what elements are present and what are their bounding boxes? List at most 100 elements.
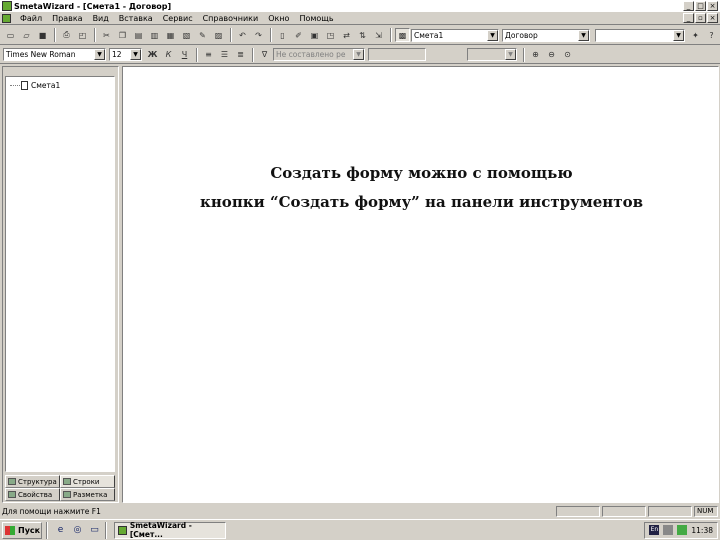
outlook-icon[interactable]: ◎	[70, 523, 85, 538]
chevron-down-icon[interactable]: ▼	[487, 29, 498, 41]
align-right-icon[interactable]: ≣	[233, 48, 248, 62]
filter-icon[interactable]: ∇	[257, 48, 272, 62]
maximize-button[interactable]: □	[695, 1, 706, 11]
network-icon[interactable]	[677, 525, 688, 535]
desktop-icon[interactable]: ▭	[87, 523, 102, 538]
structure-icon	[8, 478, 16, 485]
status-cell	[648, 506, 692, 517]
save-icon[interactable]: ■	[35, 28, 50, 42]
smeta-combo[interactable]: Смета1 ▼	[411, 28, 499, 42]
doc-restore-button[interactable]: ▫	[695, 13, 706, 23]
menu-insert[interactable]: Вставка	[114, 14, 158, 23]
sort-icon[interactable]: ⇅	[355, 28, 370, 42]
edit-icon[interactable]: ✐	[291, 28, 306, 42]
cut-icon[interactable]: ✂	[99, 28, 114, 42]
hint-line-2: кнопки “Создать форму” на панели инструм…	[200, 193, 643, 211]
chevron-down-icon[interactable]: ▼	[353, 49, 364, 60]
disabled-combo-1	[368, 48, 426, 61]
title-bar: SmetaWizard - [Смета1 - Договор] _ □ ×	[0, 0, 720, 12]
tab-layout[interactable]: Разметка	[60, 488, 115, 501]
doc-close-button[interactable]: ×	[707, 13, 718, 23]
redo-icon[interactable]: ↷	[251, 28, 266, 42]
toolbar-separator	[54, 28, 56, 42]
format-brush-icon[interactable]: ✎	[195, 28, 210, 42]
chevron-down-icon[interactable]: ▼	[94, 49, 105, 60]
style-combo[interactable]: Не составлено ре ▼	[273, 48, 365, 61]
close-button[interactable]: ×	[707, 1, 718, 11]
status-cell	[602, 506, 646, 517]
start-button[interactable]: Пуск	[2, 521, 42, 539]
panel-tabs-row-2: Свойства Разметка	[5, 488, 115, 501]
row-delete-icon[interactable]: ▦	[163, 28, 178, 42]
menu-help[interactable]: Помощь	[294, 14, 338, 23]
print-preview-icon[interactable]: ◰	[75, 28, 90, 42]
zoom-in-icon[interactable]: ⊕	[528, 48, 543, 62]
calc-icon[interactable]: ▣	[307, 28, 322, 42]
taskbar: Пуск e ◎ ▭ SmetaWizard - [Смет... En 11:…	[0, 519, 720, 540]
align-left-icon[interactable]: ≡	[201, 48, 216, 62]
tree-item-smeta[interactable]: Смета1	[10, 81, 60, 90]
menu-view[interactable]: Вид	[88, 14, 114, 23]
system-tray: En 11:38	[644, 521, 718, 539]
menu-edit[interactable]: Правка	[47, 14, 87, 23]
chevron-down-icon[interactable]: ▼	[578, 29, 589, 41]
app-icon[interactable]	[2, 1, 12, 11]
undo-icon[interactable]: ↶	[235, 28, 250, 42]
disabled-combo-2: ▼	[467, 48, 517, 61]
taskbar-separator	[105, 521, 107, 539]
export-icon[interactable]: ⇲	[371, 28, 386, 42]
create-form-icon[interactable]: ▩	[395, 28, 410, 42]
window-title: SmetaWizard - [Смета1 - Договор]	[14, 1, 172, 11]
open-folder-icon[interactable]: ▱	[19, 28, 34, 42]
document-area[interactable]: Создать форму можно с помощью кнопки “Со…	[122, 66, 719, 503]
zoom-out-icon[interactable]: ⊖	[544, 48, 559, 62]
menu-window[interactable]: Окно	[263, 14, 294, 23]
toolbar-separator	[252, 47, 254, 62]
chevron-down-icon: ▼	[505, 49, 516, 60]
tab-label: Строки	[73, 477, 100, 486]
new-document-icon[interactable]: ▭	[3, 28, 18, 42]
table-icon[interactable]: ▧	[179, 28, 194, 42]
insert-object-icon[interactable]: ◳	[323, 28, 338, 42]
print-icon[interactable]: ⎙	[59, 28, 74, 42]
menu-references[interactable]: Справочники	[198, 14, 264, 23]
status-bar: Для помощи нажмите F1 NUM	[0, 505, 720, 518]
bold-button[interactable]: Ж	[145, 48, 160, 62]
font-size-combo[interactable]: 12 ▼	[109, 48, 142, 61]
extra-combo[interactable]: ▼	[595, 28, 685, 42]
zoom-page-icon[interactable]: ⊙	[560, 48, 575, 62]
document-icon[interactable]	[2, 13, 11, 23]
italic-button[interactable]: К	[161, 48, 176, 62]
menu-bar: Файл Правка Вид Вставка Сервис Справочни…	[0, 12, 720, 25]
toolbar-separator	[230, 28, 232, 42]
row-insert-icon[interactable]: ▥	[147, 28, 162, 42]
sheet-icon[interactable]: ▯	[275, 28, 290, 42]
tab-rows[interactable]: Строки	[60, 475, 115, 488]
form-combo[interactable]: Договор ▼	[502, 28, 590, 42]
underline-button[interactable]: Ч	[177, 48, 192, 62]
align-center-icon[interactable]: ☰	[217, 48, 232, 62]
tab-structure[interactable]: Структура	[5, 475, 60, 488]
wizard-icon[interactable]: ✦	[688, 28, 703, 42]
help-icon[interactable]: ?	[704, 28, 719, 42]
chevron-down-icon[interactable]: ▼	[673, 29, 684, 41]
language-indicator[interactable]: En	[649, 525, 660, 535]
font-combo[interactable]: Times New Roman ▼	[3, 48, 106, 61]
tree-view[interactable]: Смета1	[5, 76, 115, 472]
menu-file[interactable]: Файл	[15, 14, 47, 23]
paste-icon[interactable]: ▤	[131, 28, 146, 42]
copy-icon[interactable]: ❐	[115, 28, 130, 42]
menu-service[interactable]: Сервис	[158, 14, 198, 23]
minimize-button[interactable]: _	[683, 1, 694, 11]
doc-minimize-button[interactable]: _	[683, 13, 694, 23]
hint-message: Создать форму можно с помощью кнопки “Со…	[123, 159, 720, 217]
properties-icon[interactable]: ▨	[211, 28, 226, 42]
chevron-down-icon[interactable]: ▼	[130, 49, 141, 60]
taskbar-app-button[interactable]: SmetaWizard - [Смет...	[114, 521, 226, 539]
move-icon[interactable]: ⇄	[339, 28, 354, 42]
clock[interactable]: 11:38	[691, 526, 713, 535]
internet-explorer-icon[interactable]: e	[53, 523, 68, 538]
tab-properties[interactable]: Свойства	[5, 488, 60, 501]
layout-icon	[63, 491, 71, 498]
volume-icon[interactable]	[663, 525, 674, 535]
